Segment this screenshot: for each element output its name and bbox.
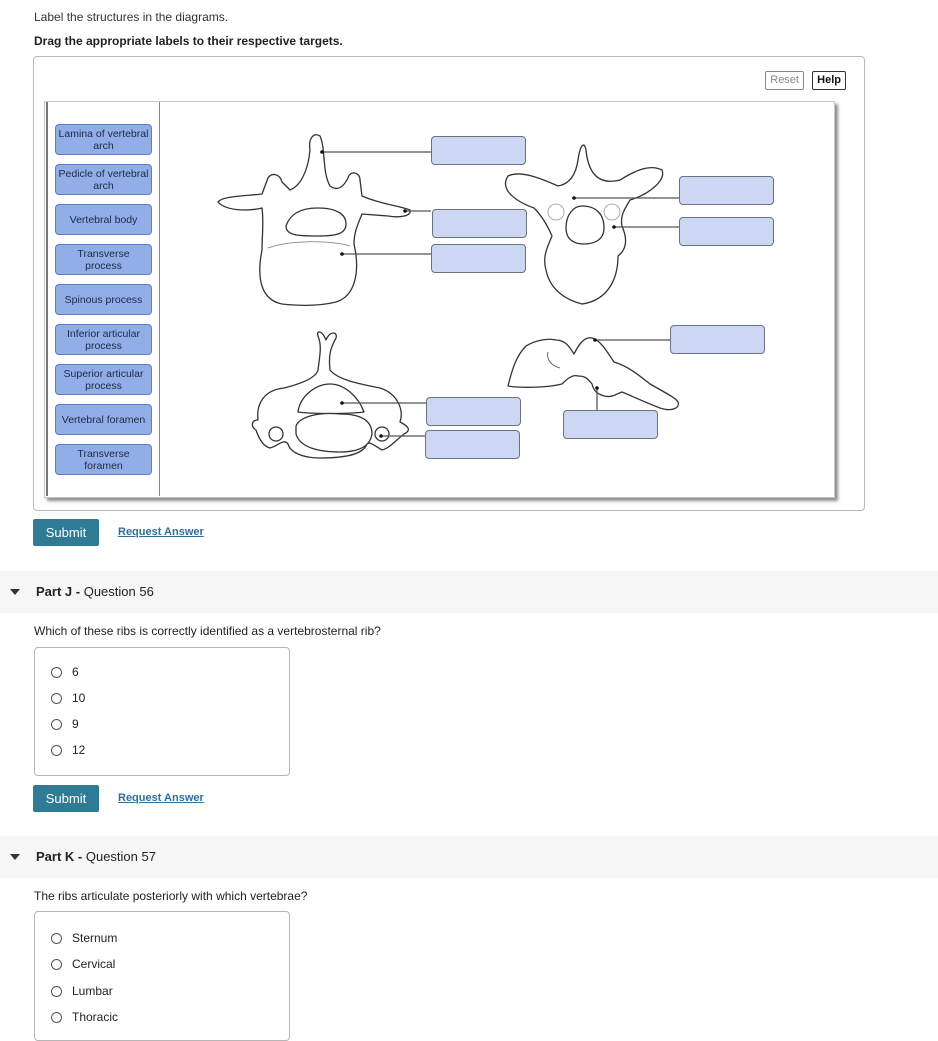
option-lumbar[interactable]: Lumbar [51, 984, 113, 998]
radio-button[interactable] [51, 985, 62, 997]
drop-target-3[interactable] [431, 244, 526, 273]
submit-button-part-j[interactable]: Submit [33, 785, 99, 812]
option-cervical[interactable]: Cervical [51, 957, 115, 971]
radio-button[interactable] [51, 666, 62, 678]
option-12[interactable]: 12 [51, 743, 85, 757]
radio-button[interactable] [51, 1011, 62, 1023]
part-k-header[interactable]: Part K - Question 57 [0, 836, 938, 878]
part-k-question-number: Question 57 [85, 849, 156, 864]
part-k-label: Part K - [36, 849, 83, 864]
drop-target-2[interactable] [432, 209, 527, 238]
drop-target-9[interactable] [563, 410, 658, 439]
option-6[interactable]: 6 [51, 665, 79, 679]
option-sternum[interactable]: Sternum [51, 931, 117, 945]
cervical-vertebra-drawing [251, 331, 409, 459]
caret-down-icon[interactable] [10, 854, 20, 860]
thoracic-vertebra-drawing [504, 144, 664, 305]
lateral-vertebra-drawing [507, 337, 679, 411]
radio-button[interactable] [51, 692, 62, 704]
drop-target-8[interactable] [670, 325, 765, 354]
lumbar-vertebra-drawing [217, 134, 411, 306]
drop-target-7[interactable] [425, 430, 520, 459]
radio-button[interactable] [51, 932, 62, 944]
part-j-options: 6 10 9 12 [34, 647, 290, 776]
part-j-header[interactable]: Part J - Question 56 [0, 571, 938, 613]
part-j-label: Part J - [36, 584, 81, 599]
radio-button[interactable] [51, 958, 62, 970]
option-10[interactable]: 10 [51, 691, 85, 705]
part-k-question: The ribs articulate posteriorly with whi… [34, 889, 308, 903]
request-answer-link-part-j[interactable]: Request Answer [118, 792, 204, 804]
drop-target-6[interactable] [426, 397, 521, 426]
drop-target-1[interactable] [431, 136, 526, 165]
drop-target-5[interactable] [679, 217, 774, 246]
part-j-question-number: Question 56 [83, 584, 154, 599]
option-thoracic[interactable]: Thoracic [51, 1010, 118, 1024]
caret-down-icon[interactable] [10, 589, 20, 595]
radio-button[interactable] [51, 744, 62, 756]
part-j-question: Which of these ribs is correctly identif… [34, 624, 381, 638]
drop-target-4[interactable] [679, 176, 774, 205]
option-9[interactable]: 9 [51, 717, 79, 731]
submit-button-part-i[interactable]: Submit [33, 519, 99, 546]
part-k-options: Sternum Cervical Lumbar Thoracic [34, 911, 290, 1041]
request-answer-link-part-i[interactable]: Request Answer [118, 526, 204, 538]
radio-button[interactable] [51, 718, 62, 730]
